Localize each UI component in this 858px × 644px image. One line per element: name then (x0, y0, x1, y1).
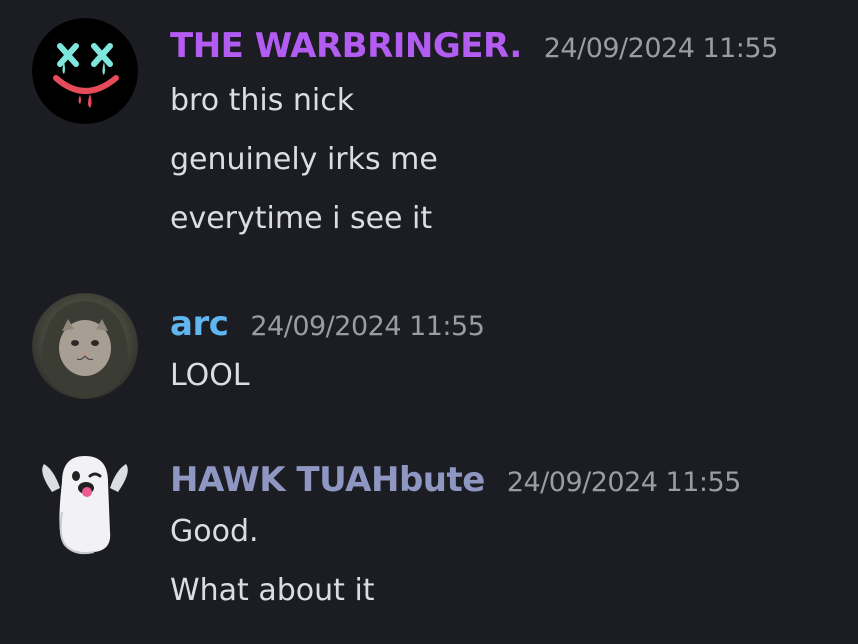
message-text: everytime i see it (170, 201, 433, 236)
username[interactable]: arc (170, 304, 229, 344)
message-header: THE WARBRINGER. 24/09/2024 11:55 (170, 26, 778, 66)
winking-ghost-icon (42, 456, 128, 555)
message-header: HAWK TUAHbute 24/09/2024 11:55 (170, 460, 741, 500)
message-text: genuinely irks me (170, 142, 438, 177)
marshmello-smiley-icon (32, 18, 138, 124)
chat-message-list: THE WARBRINGER. 24/09/2024 11:55 bro thi… (0, 0, 858, 644)
message-header: arc 24/09/2024 11:55 (170, 304, 485, 344)
timestamp: 24/09/2024 11:55 (543, 33, 779, 64)
message-text: What about it (170, 573, 375, 608)
username[interactable]: HAWK TUAHbute (170, 460, 485, 500)
username[interactable]: THE WARBRINGER. (170, 26, 522, 66)
message-text: LOOL (170, 358, 250, 393)
message-text: Good. (170, 514, 259, 549)
hooded-cat-photo (32, 293, 138, 399)
avatar[interactable] (32, 18, 138, 124)
timestamp: 24/09/2024 11:55 (250, 311, 485, 342)
avatar[interactable] (32, 452, 138, 558)
timestamp: 24/09/2024 11:55 (506, 467, 742, 498)
avatar[interactable] (32, 293, 138, 399)
message-text: bro this nick (170, 83, 355, 118)
